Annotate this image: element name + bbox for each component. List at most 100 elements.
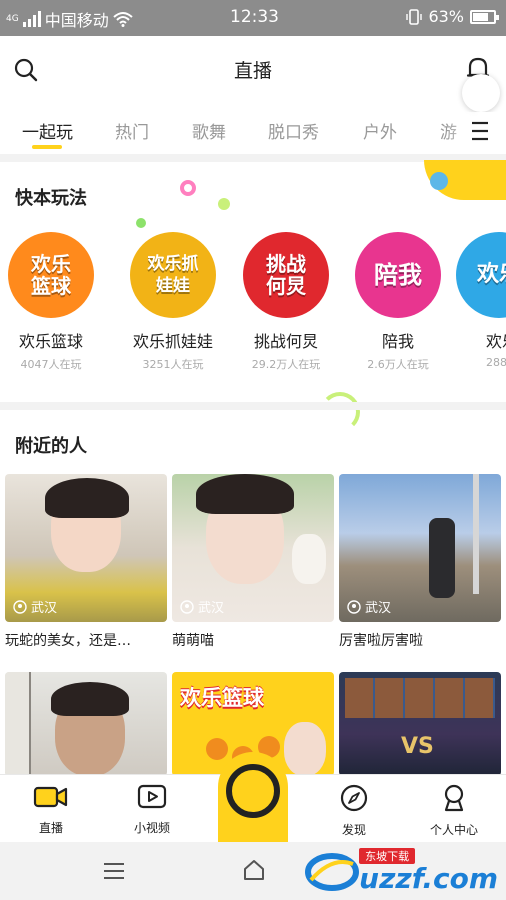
clock: 12:33 (230, 7, 279, 27)
carrier-name: 中国移动 (44, 11, 109, 30)
decor-dot (180, 180, 196, 196)
nearby-card[interactable]: 武汉 萌萌喵 (172, 474, 334, 650)
game-name: 欢乐抓娃娃 (132, 332, 213, 351)
home-icon[interactable] (242, 858, 266, 886)
card-overlay-text: 欢乐篮球 (180, 686, 264, 710)
card-location: 武汉 (13, 597, 57, 616)
watermark-brand: uzzf.com (359, 862, 498, 895)
nav-live[interactable]: 直播 (16, 783, 86, 836)
status-right: 63% (406, 7, 499, 26)
nearby-card[interactable]: 武汉 玩蛇的美女，还是… (5, 474, 167, 650)
card-location: 武汉 (347, 597, 391, 616)
location-text: 武汉 (198, 601, 225, 616)
tab-song-dance[interactable]: 歌舞 (192, 118, 226, 143)
card-thumbnail: 武汉 (339, 474, 501, 622)
floating-action-button[interactable] (462, 74, 500, 112)
card-caption: 萌萌喵 (172, 633, 214, 649)
game-player-count: 3251人在玩 (142, 358, 204, 371)
header: 直播 (0, 36, 506, 102)
nav-profile[interactable]: 个人中心 (419, 783, 489, 838)
game-icon-text: 陪我 (374, 261, 422, 289)
window-shape (5, 672, 31, 776)
challenge-game-icon: 挑战何炅 (243, 232, 329, 318)
tab-hot[interactable]: 热门 (115, 118, 149, 143)
game-icon-text: 挑战何炅 (266, 252, 306, 298)
category-tabs: 一起玩 热门 歌舞 脱口秀 户外 游 (0, 112, 506, 152)
person-shape (429, 518, 455, 598)
game-name: 欢乐篮球 (18, 332, 83, 351)
game-player-count: 2885 (486, 356, 506, 369)
card-thumbnail: 武汉 (5, 474, 167, 622)
pole-shape (473, 474, 479, 594)
nav-label: 个人中心 (429, 823, 478, 837)
face-shape (284, 722, 326, 776)
tab-outdoor[interactable]: 户外 (363, 118, 397, 143)
game-player-count: 29.2万人在玩 (251, 358, 321, 371)
hair-shape (196, 474, 294, 514)
decor-dot (430, 172, 448, 190)
status-bar: 4G 中国移动 12:33 63% (0, 0, 506, 36)
nav-label: 直播 (38, 821, 63, 835)
battery-percent: 63% (428, 7, 464, 26)
game-item[interactable]: 陪我 陪我 2.6万人在玩 (343, 232, 453, 372)
accompany-game-icon: 陪我 (355, 232, 441, 318)
wifi-icon (113, 12, 133, 27)
watermark-logo: 东坡下载 uzzf.com (305, 846, 498, 896)
location-pin-icon (13, 599, 27, 614)
uzzf-logo-icon (305, 853, 360, 891)
game-item[interactable]: 挑战何炅 挑战何炅 29.2万人在玩 (231, 232, 341, 372)
watermark-text: 东坡下载 uzzf.com (359, 848, 498, 894)
game-item[interactable]: 欢乐抓娃娃 欢乐抓娃娃 3251人在玩 (118, 232, 228, 372)
nav-discover[interactable]: 发现 (319, 783, 389, 838)
decor-arc (320, 392, 360, 432)
video-camera-icon (33, 786, 68, 808)
nearby-title: 附近的人 (15, 436, 87, 457)
page-title: 直播 (233, 60, 272, 82)
system-nav-bar: 东坡下载 uzzf.com (0, 842, 506, 900)
card-caption: 厉害啦厉害啦 (339, 633, 423, 649)
quick-play-title: 快本玩法 (15, 188, 87, 209)
hair-shape (45, 478, 129, 518)
game-icon-text: 欢乐篮球 (31, 252, 71, 298)
card-location: 武汉 (180, 597, 224, 616)
location-text: 武汉 (365, 601, 392, 616)
network-tag: 4G (6, 14, 19, 24)
basketball-game-icon: 欢乐篮球 (8, 232, 94, 318)
ring-icon (226, 764, 280, 818)
location-pin-icon (347, 599, 361, 614)
location-text: 武汉 (31, 601, 58, 616)
vibrate-icon (406, 8, 423, 25)
game-player-count: 4047人在玩 (20, 358, 82, 371)
card-overlay-text: VS (401, 734, 434, 759)
plush-toy-shape (292, 534, 326, 584)
decor-dot (136, 218, 146, 228)
nearby-card-thumbnail[interactable] (5, 672, 167, 776)
location-pin-icon (180, 599, 194, 614)
tab-together[interactable]: 一起玩 (22, 118, 73, 143)
nav-label: 发现 (341, 823, 366, 837)
nearby-card[interactable]: 武汉 厉害啦厉害啦 (339, 474, 501, 650)
hair-shape (51, 682, 129, 716)
compass-icon (340, 784, 368, 812)
play-icon (137, 784, 167, 809)
nearby-card-thumbnail[interactable]: VS (339, 672, 501, 776)
battery-icon (470, 9, 499, 24)
game-icon-text: 欢乐 (476, 262, 506, 287)
game-player-count: 2.6万人在玩 (367, 358, 429, 371)
claw-machine-game-icon: 欢乐抓娃娃 (130, 232, 216, 318)
person-icon (444, 784, 464, 812)
active-tab-indicator (32, 145, 62, 149)
tab-talk-show[interactable]: 脱口秀 (268, 118, 319, 143)
go-live-button[interactable] (218, 752, 288, 844)
nav-short-video[interactable]: 小视频 (117, 783, 187, 836)
menu-icon[interactable] (470, 120, 490, 146)
menu-icon[interactable] (102, 862, 126, 884)
fun-game-icon: 欢乐 (456, 232, 506, 318)
status-left: 4G 中国移动 (6, 7, 133, 31)
nav-label: 小视频 (133, 821, 170, 835)
decor-dot (218, 198, 230, 210)
game-item[interactable]: 欢乐篮球 欢乐篮球 4047人在玩 (0, 232, 106, 372)
game-name: 陪我 (381, 332, 414, 351)
signal-icon (22, 11, 41, 27)
game-item-clipped[interactable]: 欢乐 欢乐 2885 (456, 232, 506, 382)
